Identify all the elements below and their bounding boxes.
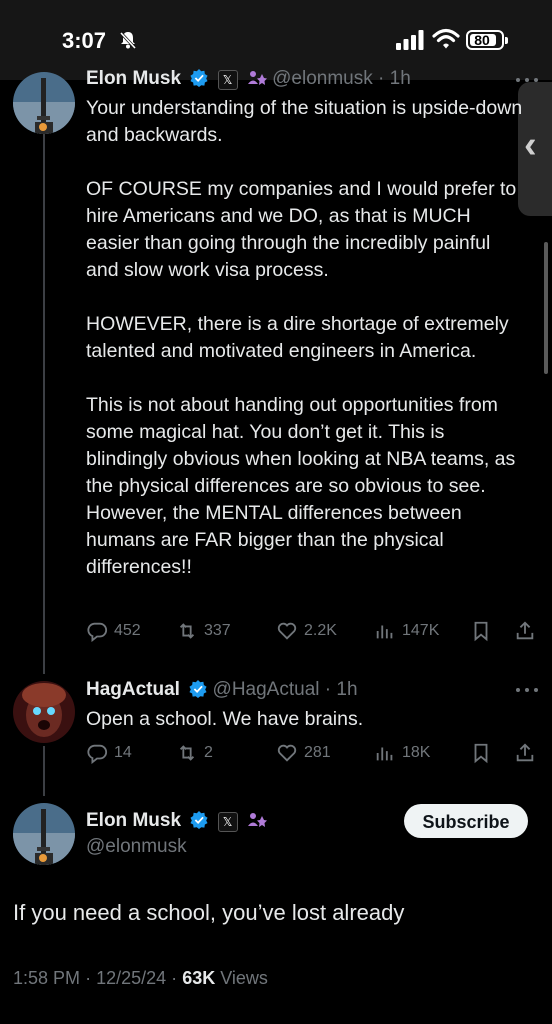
- author-name[interactable]: HagActual: [86, 679, 180, 700]
- avatar[interactable]: [13, 681, 75, 743]
- repost-count: 2: [204, 744, 213, 761]
- author-name[interactable]: Elon Musk: [86, 68, 181, 89]
- author-name[interactable]: Elon Musk: [86, 810, 181, 831]
- separator: ·: [324, 679, 332, 700]
- reply-count: 452: [114, 622, 141, 639]
- reply-button[interactable]: 14: [86, 742, 132, 764]
- like-count: 2.2K: [304, 622, 337, 639]
- views-button[interactable]: 147K: [374, 620, 439, 642]
- repost-count: 337: [204, 622, 231, 639]
- avatar[interactable]: [13, 803, 75, 865]
- share-button[interactable]: [514, 620, 542, 642]
- tweet-actions: 452 337 2.2K 147K: [86, 620, 536, 646]
- share-icon: [516, 621, 534, 640]
- views-icon: [376, 625, 393, 639]
- more-icon[interactable]: [516, 688, 538, 694]
- x-affiliate-badge: 𝕏: [217, 70, 238, 90]
- bookmark-button[interactable]: [470, 620, 498, 642]
- like-count: 281: [304, 744, 331, 761]
- reply-count: 14: [114, 744, 132, 761]
- views-icon: [376, 747, 393, 761]
- tweet-text: Open a school. We have brains.: [86, 708, 364, 730]
- author-handle-line: @elonmusk: [86, 836, 187, 858]
- affiliation-icon: [247, 71, 267, 85]
- bell-slash-icon: [119, 31, 137, 50]
- tweet-age: 1h: [336, 679, 358, 700]
- author-handle[interactable]: @elonmusk: [86, 836, 187, 857]
- repost-button[interactable]: 337: [176, 620, 231, 642]
- reply-icon: [87, 622, 108, 642]
- status-time: 3:07: [62, 28, 107, 53]
- reply-button[interactable]: 452: [86, 620, 141, 642]
- views-count: 63K: [182, 968, 216, 988]
- like-button[interactable]: 281: [276, 742, 331, 764]
- views-count: 18K: [402, 744, 431, 761]
- signal-icon: [396, 30, 424, 50]
- tweet-text: Your understanding of the situation is u…: [86, 97, 523, 578]
- verified-icon: [190, 69, 208, 87]
- share-icon: [516, 743, 534, 762]
- views-count: 147K: [402, 622, 440, 639]
- bookmark-icon: [474, 743, 488, 764]
- author-handle[interactable]: @HagActual: [213, 679, 320, 700]
- separator: ·: [171, 968, 178, 988]
- subscribe-button[interactable]: Subscribe: [404, 804, 528, 838]
- separator: ·: [378, 68, 385, 89]
- views-button[interactable]: 18K: [374, 742, 430, 764]
- repost-icon: [179, 623, 195, 639]
- avatar[interactable]: [13, 72, 75, 134]
- affiliation-icon: [247, 813, 267, 827]
- more-icon[interactable]: [516, 78, 538, 84]
- verified-icon: [190, 811, 208, 829]
- like-icon: [277, 744, 297, 762]
- tweet-text: If you need a school, you’ve lost alread…: [13, 900, 405, 925]
- thread-line: [43, 134, 45, 674]
- like-icon: [277, 622, 297, 640]
- thread-line: [43, 746, 45, 796]
- repost-button[interactable]: 2: [176, 742, 213, 764]
- share-button[interactable]: [514, 742, 542, 764]
- repost-icon: [179, 745, 195, 761]
- tweet-author-line: Elon Musk 𝕏 @elonmusk · 1h: [86, 68, 411, 90]
- tweet-age: 1h: [389, 68, 411, 89]
- battery-level: 80: [474, 32, 490, 48]
- x-affiliate-badge: 𝕏: [217, 812, 238, 832]
- reply-icon: [87, 744, 108, 764]
- tweet-author-line: HagActual @HagActual · 1h: [86, 679, 358, 701]
- verified-icon: [189, 680, 207, 698]
- wifi-icon: [432, 28, 460, 49]
- tweet-date[interactable]: 12/25/24: [96, 968, 166, 988]
- tweet-meta: 1:58 PM · 12/25/24 · 63K Views: [13, 968, 268, 989]
- battery-icon: 80: [466, 30, 508, 50]
- bookmark-button[interactable]: [470, 742, 498, 764]
- tweet-actions: 14 2 281 18K: [86, 742, 536, 768]
- separator: ·: [85, 968, 92, 988]
- author-handle[interactable]: @elonmusk: [272, 68, 373, 89]
- tweet-time[interactable]: 1:58 PM: [13, 968, 80, 988]
- scrollbar[interactable]: [544, 242, 548, 374]
- like-button[interactable]: 2.2K: [276, 620, 337, 642]
- bookmark-icon: [474, 621, 488, 642]
- tweet-author-line: Elon Musk 𝕏: [86, 810, 267, 832]
- views-label: Views: [220, 968, 268, 988]
